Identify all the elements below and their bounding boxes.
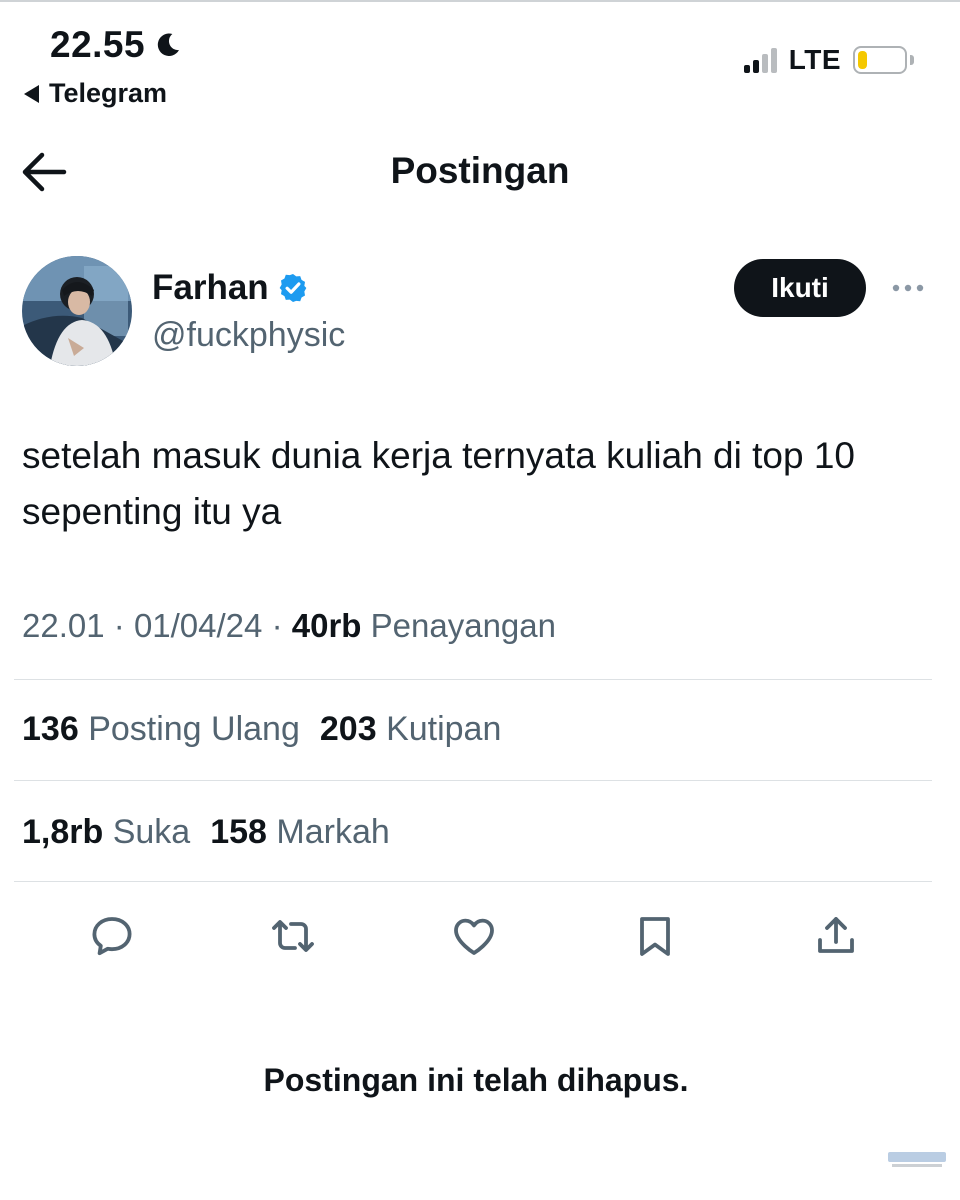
likes-count: 1,8rb xyxy=(22,813,104,851)
moon-icon xyxy=(157,33,180,56)
top-border xyxy=(0,0,960,2)
back-triangle-icon xyxy=(24,84,39,103)
bookmarks-count: 158 xyxy=(210,813,267,851)
reposts-label: Posting Ulang xyxy=(88,710,300,748)
divider xyxy=(14,679,932,680)
share-icon xyxy=(818,917,854,953)
verified-badge-icon xyxy=(279,274,307,302)
repost-stats: 136 Posting Ulang 203 Kutipan xyxy=(22,710,501,749)
bookmarks-label: Markah xyxy=(276,813,390,851)
meta-separator: · xyxy=(271,607,283,644)
author-display-name: Farhan xyxy=(152,268,269,307)
bookmarks-stat[interactable]: 158 Markah xyxy=(210,813,390,852)
status-clock: 22.55 xyxy=(50,24,146,65)
meta-separator: · xyxy=(113,607,125,644)
like-button[interactable] xyxy=(448,910,500,962)
quotes-count: 203 xyxy=(319,710,377,748)
signal-icon xyxy=(743,47,777,73)
post-time: 22.01 xyxy=(22,607,105,644)
author-handle[interactable]: @fuckphysic xyxy=(152,316,345,355)
watermark-logo xyxy=(888,1152,946,1167)
more-options-icon[interactable] xyxy=(890,276,926,300)
battery-icon xyxy=(853,46,914,74)
post-date: 01/04/24 xyxy=(133,607,263,644)
like-stats: 1,8rb Suka 158 Markah xyxy=(22,813,390,852)
reposts-count: 136 xyxy=(22,710,79,748)
avatar[interactable] xyxy=(22,256,132,366)
author-name[interactable]: Farhan xyxy=(152,268,309,308)
back-app-label: Telegram xyxy=(49,78,168,108)
status-time: 22.55 xyxy=(50,24,183,66)
network-label: LTE xyxy=(788,44,841,75)
views-count: 40rb xyxy=(291,607,362,644)
repost-icon xyxy=(272,920,314,952)
reply-button[interactable] xyxy=(86,910,138,962)
bookmark-icon xyxy=(640,917,670,956)
bookmark-button[interactable] xyxy=(629,910,681,962)
page-title: Postingan xyxy=(390,150,570,191)
reply-icon xyxy=(92,917,132,956)
likes-label: Suka xyxy=(112,813,191,851)
quotes-label: Kutipan xyxy=(386,710,502,748)
share-button[interactable] xyxy=(810,910,862,962)
views-label: Penayangan xyxy=(370,607,556,644)
heart-icon xyxy=(454,918,494,955)
reposts-stat[interactable]: 136 Posting Ulang xyxy=(22,710,300,749)
follow-button[interactable]: Ikuti xyxy=(734,259,866,317)
status-indicators: LTE xyxy=(743,44,914,76)
back-to-app-link[interactable]: Telegram xyxy=(24,78,167,109)
quotes-stat[interactable]: 203 Kutipan xyxy=(320,710,502,749)
post-meta: 22.01 · 01/04/24 · 40rb Penayangan xyxy=(22,607,556,645)
post-text: setelah masuk dunia kerja ternyata kulia… xyxy=(22,435,856,532)
divider xyxy=(14,881,932,882)
likes-stat[interactable]: 1,8rb Suka xyxy=(22,813,190,852)
divider xyxy=(14,780,932,781)
deleted-notice: Postingan ini telah dihapus. xyxy=(263,1062,689,1098)
repost-button[interactable] xyxy=(267,910,319,962)
